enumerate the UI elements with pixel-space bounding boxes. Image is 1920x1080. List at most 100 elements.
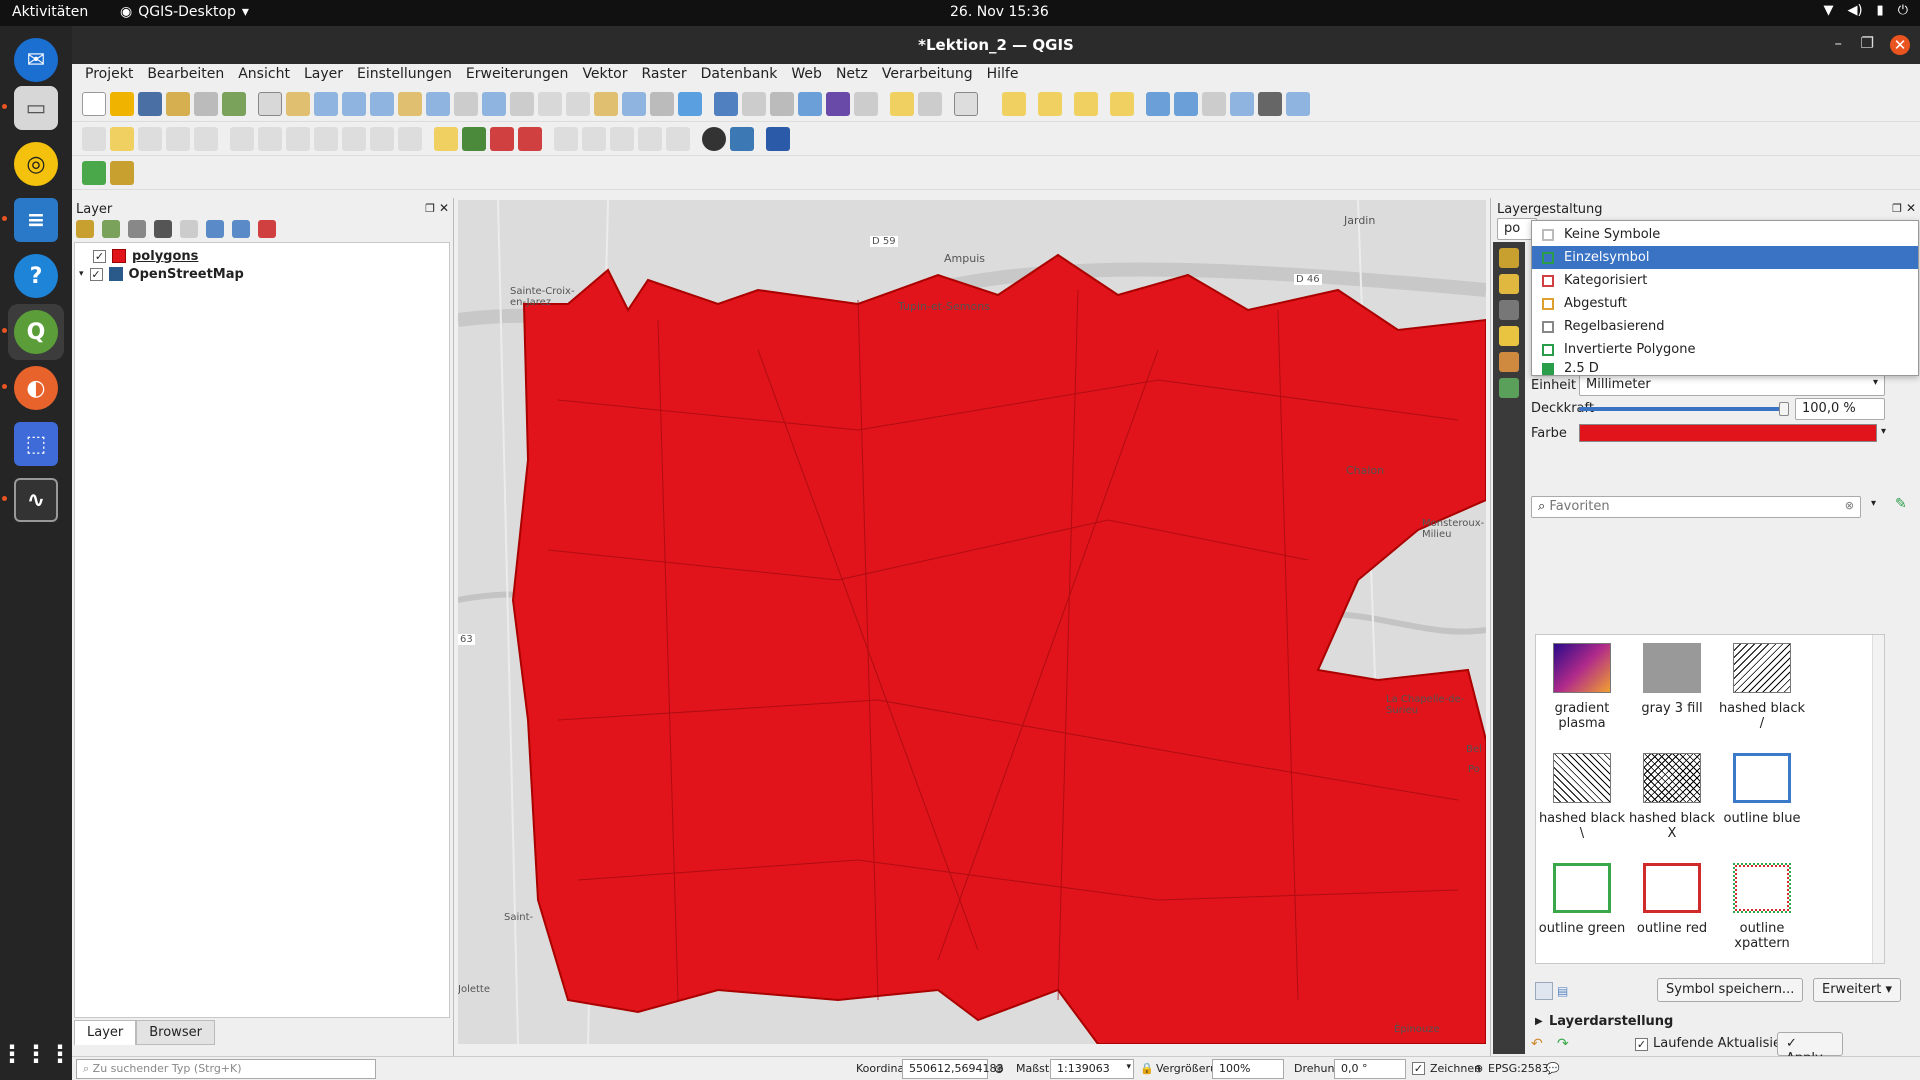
save-project-icon[interactable] [138,92,162,116]
dock-firefox[interactable]: ◐ [8,360,64,416]
style-manager-icon[interactable]: ✎ [1895,496,1907,512]
tab-layer[interactable]: Layer [74,1020,137,1045]
symbology-tab-icon[interactable] [1499,248,1519,268]
advanced-button[interactable]: Erweitert ▾ [1813,978,1902,1002]
menu-netz[interactable]: Netz [829,64,875,86]
zoom-to-layer-icon[interactable] [426,92,450,116]
cut-icon[interactable] [286,127,310,151]
list-view-icon[interactable]: ▤ [1557,984,1568,998]
renderer-option[interactable]: Abgestuft [1532,292,1918,315]
add-layer-icon[interactable] [1146,92,1170,116]
live-update-checkbox[interactable]: ✓ [1635,1038,1648,1051]
coordinate-field[interactable]: 550612,5694183 [902,1059,1003,1079]
processing-toolbox-icon[interactable] [798,92,822,116]
dock-screenshot[interactable]: ⬚ [8,416,64,472]
new-map-view-icon[interactable] [538,92,562,116]
diagrams-tab-icon[interactable] [1499,352,1519,372]
remove-layer-icon[interactable] [258,220,276,238]
minimize-button[interactable]: – [1835,34,1843,52]
visibility-icon[interactable] [128,220,146,238]
pan-icon[interactable] [258,92,282,116]
pan-to-selection-icon[interactable] [286,92,310,116]
toggle-extents-icon[interactable]: ⊛ [994,1062,1004,1076]
field-calculator-icon[interactable] [770,92,794,116]
add-group-icon[interactable] [102,220,120,238]
activities-button[interactable]: Aktivitäten [12,4,88,20]
masks-tab-icon[interactable] [1499,300,1519,320]
rotation-field[interactable]: 0,0 ° [1334,1059,1406,1079]
menu-erweiterungen[interactable]: Erweiterungen [459,64,576,86]
zoom-full-icon[interactable] [370,92,394,116]
symbol-outline-red[interactable]: outline red [1626,863,1718,936]
render-checkbox[interactable]: ✓ [1412,1062,1425,1075]
new-3d-map-icon[interactable] [566,92,590,116]
rotate-label-icon[interactable] [582,127,606,151]
locator-field[interactable]: ⌕ Zu suchender Typ (Strg+K) [76,1059,376,1079]
menu-vektor[interactable]: Vektor [575,64,634,86]
renderer-option[interactable]: 2.5 D [1532,357,1918,380]
menu-einstellungen[interactable]: Einstellungen [350,64,459,86]
label-hide-icon[interactable] [666,127,690,151]
label-icon[interactable] [434,127,458,151]
toggle-editing-icon[interactable] [110,127,134,151]
layer-item-openstreetmap[interactable]: ▾ ✓ OpenStreetMap [79,265,244,283]
renderer-option[interactable]: Regelbasierend [1532,315,1918,338]
zoom-native-icon[interactable] [454,92,478,116]
style-manager-icon[interactable] [222,92,246,116]
symbol-outline-blue[interactable]: outline blue [1716,753,1808,826]
move-label-icon[interactable] [554,127,578,151]
save-edits-icon[interactable] [138,127,162,151]
opacity-spinbox[interactable]: 100,0 % [1795,398,1885,420]
close-button[interactable]: ✕ [1890,35,1910,55]
dock-help[interactable]: ? [8,248,64,304]
digitize-icon[interactable] [1230,92,1254,116]
renderer-option[interactable]: Keine Symbole [1532,223,1918,246]
symbol-outline-xpattern[interactable]: outline xpattern [1716,863,1808,951]
menu-verarbeitung[interactable]: Verarbeitung [875,64,980,86]
filter-icon[interactable] [154,220,172,238]
diagram-icon[interactable] [462,127,486,151]
add-feature-icon[interactable] [166,127,190,151]
copy-icon[interactable] [314,127,338,151]
magnifier-field[interactable]: 100% [1212,1059,1284,1079]
messages-icon[interactable]: 💬 [1546,1062,1560,1075]
modify-attributes-icon[interactable] [230,127,254,151]
expand-all-icon[interactable] [206,220,224,238]
undo-icon[interactable] [370,127,394,151]
symbol-gray-3-fill[interactable]: gray 3 fill [1626,643,1718,716]
menu-datenbank[interactable]: Datenbank [694,64,785,86]
dock-qgis[interactable]: Q [8,304,64,360]
menu-web[interactable]: Web [784,64,829,86]
python-console-icon[interactable] [730,127,754,151]
identify-icon[interactable] [714,92,738,116]
dock-writer[interactable]: ≡ [8,192,64,248]
map-canvas[interactable]: Jardin D 59 Ampuis D 46 Sainte-Croix-en-… [458,200,1486,1044]
filter-expression-icon[interactable] [180,220,198,238]
menu-ansicht[interactable]: Ansicht [231,64,297,86]
clock[interactable]: 26. Nov 15:36 [950,4,1049,20]
deselect-icon[interactable] [1074,92,1098,116]
refresh-icon[interactable] [678,92,702,116]
color-button[interactable] [1579,424,1877,442]
add-wms-icon[interactable] [1174,92,1198,116]
system-tray[interactable]: ▼ ◀) ▮ ⏻ [1823,3,1908,18]
icon-view-icon[interactable] [1535,982,1553,1000]
open-project-icon[interactable] [110,92,134,116]
renderer-option[interactable]: Kategorisiert [1532,269,1918,292]
temporal-controller-icon[interactable] [650,92,674,116]
tab-browser[interactable]: Browser [136,1020,215,1045]
collapse-arrow-icon[interactable]: ▶ [1535,1016,1543,1027]
zoom-out-icon[interactable] [342,92,366,116]
symbol-hashed-black-slash[interactable]: hashed black / [1716,643,1808,731]
plugin-tool-icon[interactable] [110,161,134,185]
measure-icon[interactable] [854,92,878,116]
zoom-next-icon[interactable] [510,92,534,116]
redo-icon[interactable]: ↷ [1557,1036,1569,1052]
close-panel-icon[interactable]: ✕ [439,201,449,215]
vertex-tool-icon[interactable] [1286,92,1310,116]
layer-visibility-checkbox[interactable]: ✓ [89,267,103,281]
lock-scale-icon[interactable]: 🔒 [1140,1062,1154,1075]
dock-system-monitor[interactable]: ∿ [8,472,64,528]
opacity-slider-handle[interactable] [1779,402,1789,416]
symbol-hashed-black-backslash[interactable]: hashed black \ [1536,753,1628,841]
